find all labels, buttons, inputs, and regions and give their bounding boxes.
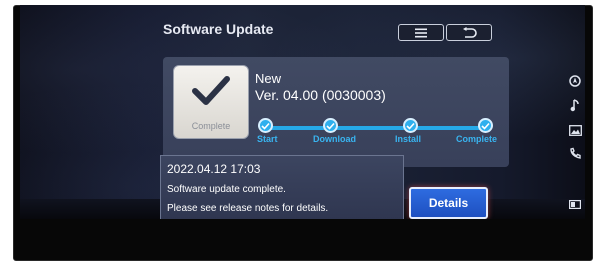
back-button[interactable] [446, 24, 492, 41]
step-check-icon [406, 122, 415, 130]
progress-step-complete [478, 118, 498, 133]
update-status-panel: Complete New Ver. 04.00 (0030003) Start … [163, 57, 509, 167]
checkmark-icon [192, 76, 230, 105]
step-label-start: Start [257, 134, 278, 144]
menu-button[interactable] [398, 24, 444, 41]
progress-step-download [323, 118, 343, 133]
step-label-download: Download [313, 134, 356, 144]
navigation-icon[interactable] [568, 74, 582, 88]
progress-track [266, 126, 486, 130]
notice-hint: Please see release notes for details. [167, 203, 329, 214]
details-button[interactable]: Details [409, 187, 488, 219]
version-number: Ver. 04.00 (0030003) [255, 87, 386, 103]
infotainment-screen: Software Update Complete New Ver. 04.00 … [20, 5, 585, 219]
step-check-icon [481, 122, 490, 130]
progress-step-start [258, 118, 278, 133]
step-label-complete: Complete [456, 134, 498, 144]
update-notice: 2022.04.12 17:03 Software update complet… [160, 155, 404, 219]
notice-message: Software update complete. [167, 184, 286, 195]
progress-step-install [403, 118, 423, 133]
page-title: Software Update [163, 21, 274, 37]
car-info-icon[interactable] [568, 197, 582, 211]
step-check-icon [261, 122, 270, 130]
step-check-icon [326, 122, 335, 130]
notice-timestamp: 2022.04.12 17:03 [167, 162, 261, 176]
picture-icon[interactable] [568, 123, 582, 137]
music-note-icon[interactable] [568, 98, 582, 112]
phone-icon[interactable] [568, 146, 582, 160]
list-menu-icon [415, 28, 427, 37]
back-arrow-icon [463, 27, 477, 38]
complete-tile-label: Complete [191, 121, 231, 131]
step-label-install: Install [395, 134, 422, 144]
complete-status-tile: Complete [173, 65, 249, 139]
version-status: New [255, 71, 282, 86]
